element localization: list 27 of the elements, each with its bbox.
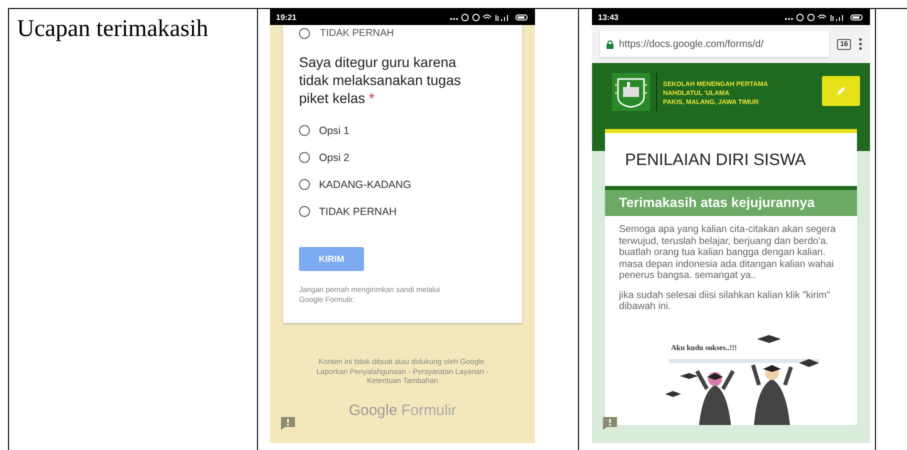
option-label: Opsi 1 — [319, 124, 350, 136]
option-label: KADANG-KADANG — [319, 178, 412, 190]
form-title: PENILAIAN DIRI SISWA — [624, 150, 807, 171]
feedback-icon[interactable] — [280, 416, 296, 431]
option-label: TIDAK PERNAH — [319, 206, 397, 218]
status-time: 13:43 — [598, 12, 618, 22]
lock-icon — [606, 40, 614, 48]
option-label: TIDAK PERNAH — [320, 28, 394, 38]
feedback-icon[interactable] — [602, 416, 618, 431]
status-time: 19:21 — [276, 12, 296, 22]
brand-word: Formulir — [401, 402, 456, 418]
radio-button[interactable] — [299, 152, 310, 163]
pencil-icon — [836, 86, 846, 96]
radio-button[interactable] — [299, 125, 310, 136]
question-text: Saya ditegur guru karena tidak melaksanakan tugas piket kelas * — [299, 53, 462, 107]
brand-word: Google — [348, 402, 398, 418]
radio-button[interactable] — [299, 179, 310, 190]
message-paragraph: jika sudah selesai diisi silahkan kalian klik "kirim" dibawah ini. — [619, 290, 832, 312]
section-title: Terimakasih atas kejujurannya — [605, 186, 857, 216]
row-label: Ucapan terimakasih — [16, 15, 210, 43]
menu-icon[interactable] — [859, 38, 862, 50]
radio-button[interactable] — [299, 28, 310, 38]
school-logo-icon — [612, 73, 650, 111]
radio-button[interactable] — [299, 206, 310, 217]
address-bar[interactable]: https://docs.google.com/forms/d/ — [600, 31, 830, 57]
option-label: Opsi 2 — [319, 152, 350, 164]
message-paragraph: Semoga apa yang kalian cita-citakan akan segera terwujud, teruslah belajar, berjuang dan berdo'a. buatlah orang tua kalian bangga dengan kalian. masa depan indonesia ada ditangan kalian wahai penerus bangsa. semangat ya.. — [619, 224, 837, 282]
